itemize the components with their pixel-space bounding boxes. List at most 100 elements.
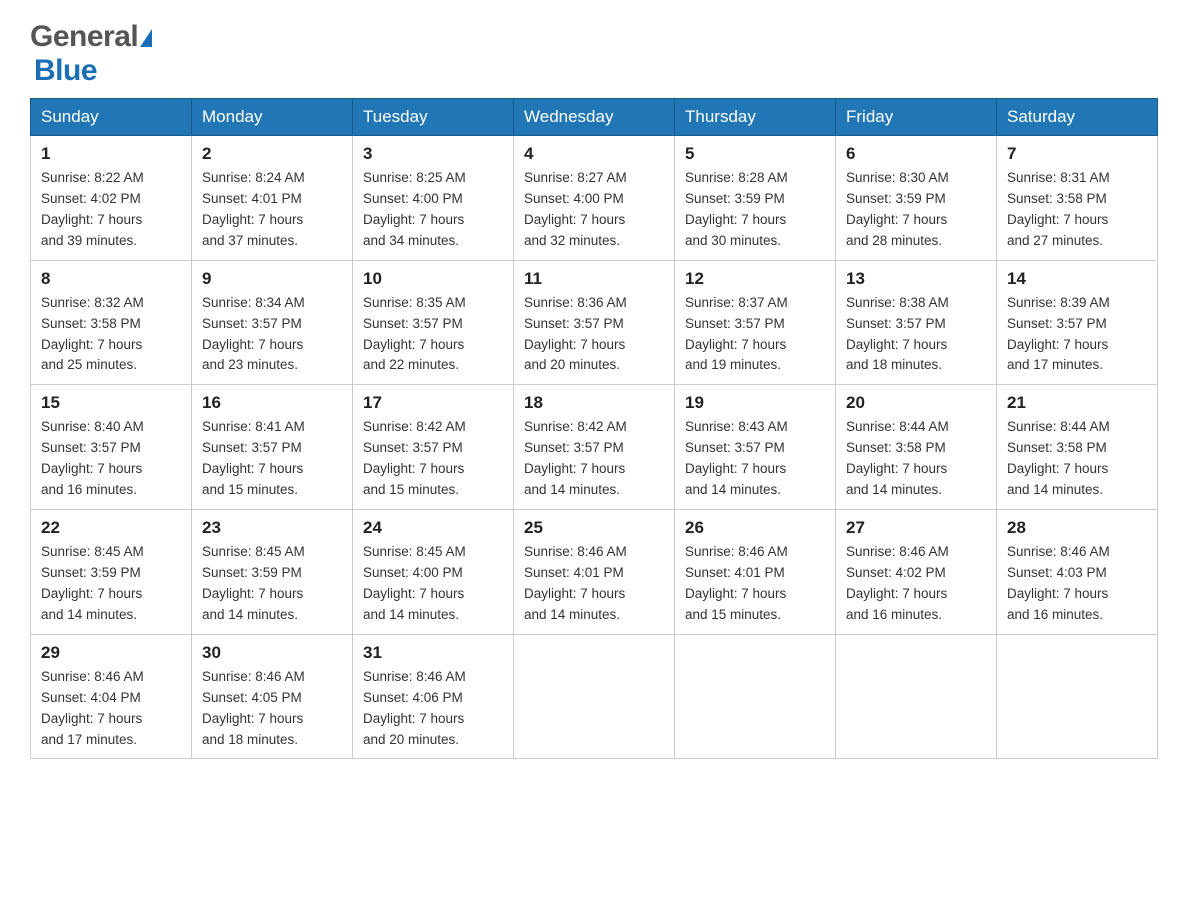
- day-info: Sunrise: 8:30 AMSunset: 3:59 PMDaylight:…: [846, 170, 949, 248]
- day-info: Sunrise: 8:42 AMSunset: 3:57 PMDaylight:…: [363, 419, 466, 497]
- calendar-cell: 16 Sunrise: 8:41 AMSunset: 3:57 PMDaylig…: [192, 385, 353, 510]
- calendar-cell: 23 Sunrise: 8:45 AMSunset: 3:59 PMDaylig…: [192, 510, 353, 635]
- calendar-cell: 28 Sunrise: 8:46 AMSunset: 4:03 PMDaylig…: [997, 510, 1158, 635]
- calendar-cell: 8 Sunrise: 8:32 AMSunset: 3:58 PMDayligh…: [31, 260, 192, 385]
- day-info: Sunrise: 8:46 AMSunset: 4:05 PMDaylight:…: [202, 669, 305, 747]
- day-number: 13: [846, 269, 986, 289]
- calendar-week-row: 1 Sunrise: 8:22 AMSunset: 4:02 PMDayligh…: [31, 136, 1158, 261]
- calendar-week-row: 22 Sunrise: 8:45 AMSunset: 3:59 PMDaylig…: [31, 510, 1158, 635]
- calendar-cell: 15 Sunrise: 8:40 AMSunset: 3:57 PMDaylig…: [31, 385, 192, 510]
- day-info: Sunrise: 8:46 AMSunset: 4:01 PMDaylight:…: [685, 544, 788, 622]
- calendar-cell: 26 Sunrise: 8:46 AMSunset: 4:01 PMDaylig…: [675, 510, 836, 635]
- day-info: Sunrise: 8:24 AMSunset: 4:01 PMDaylight:…: [202, 170, 305, 248]
- day-number: 25: [524, 518, 664, 538]
- day-number: 4: [524, 144, 664, 164]
- day-info: Sunrise: 8:36 AMSunset: 3:57 PMDaylight:…: [524, 295, 627, 373]
- calendar-cell: 31 Sunrise: 8:46 AMSunset: 4:06 PMDaylig…: [353, 634, 514, 759]
- day-info: Sunrise: 8:40 AMSunset: 3:57 PMDaylight:…: [41, 419, 144, 497]
- day-info: Sunrise: 8:41 AMSunset: 3:57 PMDaylight:…: [202, 419, 305, 497]
- day-number: 5: [685, 144, 825, 164]
- day-number: 11: [524, 269, 664, 289]
- day-number: 29: [41, 643, 181, 663]
- calendar-cell: 30 Sunrise: 8:46 AMSunset: 4:05 PMDaylig…: [192, 634, 353, 759]
- day-number: 31: [363, 643, 503, 663]
- calendar-cell: 18 Sunrise: 8:42 AMSunset: 3:57 PMDaylig…: [514, 385, 675, 510]
- calendar-cell: 10 Sunrise: 8:35 AMSunset: 3:57 PMDaylig…: [353, 260, 514, 385]
- day-number: 28: [1007, 518, 1147, 538]
- day-number: 16: [202, 393, 342, 413]
- weekday-header-monday: Monday: [192, 99, 353, 136]
- day-number: 19: [685, 393, 825, 413]
- calendar-cell: [675, 634, 836, 759]
- day-number: 8: [41, 269, 181, 289]
- calendar-cell: 2 Sunrise: 8:24 AMSunset: 4:01 PMDayligh…: [192, 136, 353, 261]
- calendar-cell: 24 Sunrise: 8:45 AMSunset: 4:00 PMDaylig…: [353, 510, 514, 635]
- day-number: 15: [41, 393, 181, 413]
- day-info: Sunrise: 8:38 AMSunset: 3:57 PMDaylight:…: [846, 295, 949, 373]
- day-info: Sunrise: 8:34 AMSunset: 3:57 PMDaylight:…: [202, 295, 305, 373]
- calendar-cell: 11 Sunrise: 8:36 AMSunset: 3:57 PMDaylig…: [514, 260, 675, 385]
- weekday-header-sunday: Sunday: [31, 99, 192, 136]
- calendar-cell: 25 Sunrise: 8:46 AMSunset: 4:01 PMDaylig…: [514, 510, 675, 635]
- calendar-cell: 21 Sunrise: 8:44 AMSunset: 3:58 PMDaylig…: [997, 385, 1158, 510]
- calendar-cell: 12 Sunrise: 8:37 AMSunset: 3:57 PMDaylig…: [675, 260, 836, 385]
- day-number: 3: [363, 144, 503, 164]
- day-number: 10: [363, 269, 503, 289]
- weekday-header-thursday: Thursday: [675, 99, 836, 136]
- calendar-cell: 17 Sunrise: 8:42 AMSunset: 3:57 PMDaylig…: [353, 385, 514, 510]
- day-info: Sunrise: 8:28 AMSunset: 3:59 PMDaylight:…: [685, 170, 788, 248]
- day-info: Sunrise: 8:45 AMSunset: 3:59 PMDaylight:…: [41, 544, 144, 622]
- day-number: 12: [685, 269, 825, 289]
- calendar-cell: 7 Sunrise: 8:31 AMSunset: 3:58 PMDayligh…: [997, 136, 1158, 261]
- logo-triangle-icon: [140, 29, 152, 47]
- day-number: 9: [202, 269, 342, 289]
- weekday-header-tuesday: Tuesday: [353, 99, 514, 136]
- day-info: Sunrise: 8:37 AMSunset: 3:57 PMDaylight:…: [685, 295, 788, 373]
- calendar-cell: 19 Sunrise: 8:43 AMSunset: 3:57 PMDaylig…: [675, 385, 836, 510]
- day-info: Sunrise: 8:22 AMSunset: 4:02 PMDaylight:…: [41, 170, 144, 248]
- calendar-cell: 29 Sunrise: 8:46 AMSunset: 4:04 PMDaylig…: [31, 634, 192, 759]
- day-number: 23: [202, 518, 342, 538]
- calendar-week-row: 8 Sunrise: 8:32 AMSunset: 3:58 PMDayligh…: [31, 260, 1158, 385]
- day-info: Sunrise: 8:44 AMSunset: 3:58 PMDaylight:…: [1007, 419, 1110, 497]
- day-info: Sunrise: 8:42 AMSunset: 3:57 PMDaylight:…: [524, 419, 627, 497]
- calendar-cell: 14 Sunrise: 8:39 AMSunset: 3:57 PMDaylig…: [997, 260, 1158, 385]
- weekday-header-wednesday: Wednesday: [514, 99, 675, 136]
- day-info: Sunrise: 8:44 AMSunset: 3:58 PMDaylight:…: [846, 419, 949, 497]
- day-number: 26: [685, 518, 825, 538]
- calendar-week-row: 29 Sunrise: 8:46 AMSunset: 4:04 PMDaylig…: [31, 634, 1158, 759]
- calendar-cell: 5 Sunrise: 8:28 AMSunset: 3:59 PMDayligh…: [675, 136, 836, 261]
- day-info: Sunrise: 8:27 AMSunset: 4:00 PMDaylight:…: [524, 170, 627, 248]
- day-number: 21: [1007, 393, 1147, 413]
- calendar-cell: [514, 634, 675, 759]
- day-number: 30: [202, 643, 342, 663]
- day-number: 1: [41, 144, 181, 164]
- weekday-header-friday: Friday: [836, 99, 997, 136]
- calendar-cell: 13 Sunrise: 8:38 AMSunset: 3:57 PMDaylig…: [836, 260, 997, 385]
- day-info: Sunrise: 8:39 AMSunset: 3:57 PMDaylight:…: [1007, 295, 1110, 373]
- day-number: 22: [41, 518, 181, 538]
- weekday-header-row: SundayMondayTuesdayWednesdayThursdayFrid…: [31, 99, 1158, 136]
- calendar-cell: 20 Sunrise: 8:44 AMSunset: 3:58 PMDaylig…: [836, 385, 997, 510]
- day-info: Sunrise: 8:32 AMSunset: 3:58 PMDaylight:…: [41, 295, 144, 373]
- day-number: 17: [363, 393, 503, 413]
- day-number: 18: [524, 393, 664, 413]
- calendar-table: SundayMondayTuesdayWednesdayThursdayFrid…: [30, 98, 1158, 759]
- calendar-cell: 27 Sunrise: 8:46 AMSunset: 4:02 PMDaylig…: [836, 510, 997, 635]
- day-number: 7: [1007, 144, 1147, 164]
- logo: General Blue: [30, 20, 152, 88]
- day-number: 27: [846, 518, 986, 538]
- calendar-cell: 3 Sunrise: 8:25 AMSunset: 4:00 PMDayligh…: [353, 136, 514, 261]
- day-info: Sunrise: 8:31 AMSunset: 3:58 PMDaylight:…: [1007, 170, 1110, 248]
- day-number: 2: [202, 144, 342, 164]
- day-number: 20: [846, 393, 986, 413]
- calendar-cell: 4 Sunrise: 8:27 AMSunset: 4:00 PMDayligh…: [514, 136, 675, 261]
- calendar-cell: [997, 634, 1158, 759]
- calendar-cell: 6 Sunrise: 8:30 AMSunset: 3:59 PMDayligh…: [836, 136, 997, 261]
- day-info: Sunrise: 8:46 AMSunset: 4:06 PMDaylight:…: [363, 669, 466, 747]
- day-info: Sunrise: 8:43 AMSunset: 3:57 PMDaylight:…: [685, 419, 788, 497]
- day-info: Sunrise: 8:46 AMSunset: 4:02 PMDaylight:…: [846, 544, 949, 622]
- calendar-cell: 22 Sunrise: 8:45 AMSunset: 3:59 PMDaylig…: [31, 510, 192, 635]
- day-info: Sunrise: 8:35 AMSunset: 3:57 PMDaylight:…: [363, 295, 466, 373]
- day-info: Sunrise: 8:46 AMSunset: 4:03 PMDaylight:…: [1007, 544, 1110, 622]
